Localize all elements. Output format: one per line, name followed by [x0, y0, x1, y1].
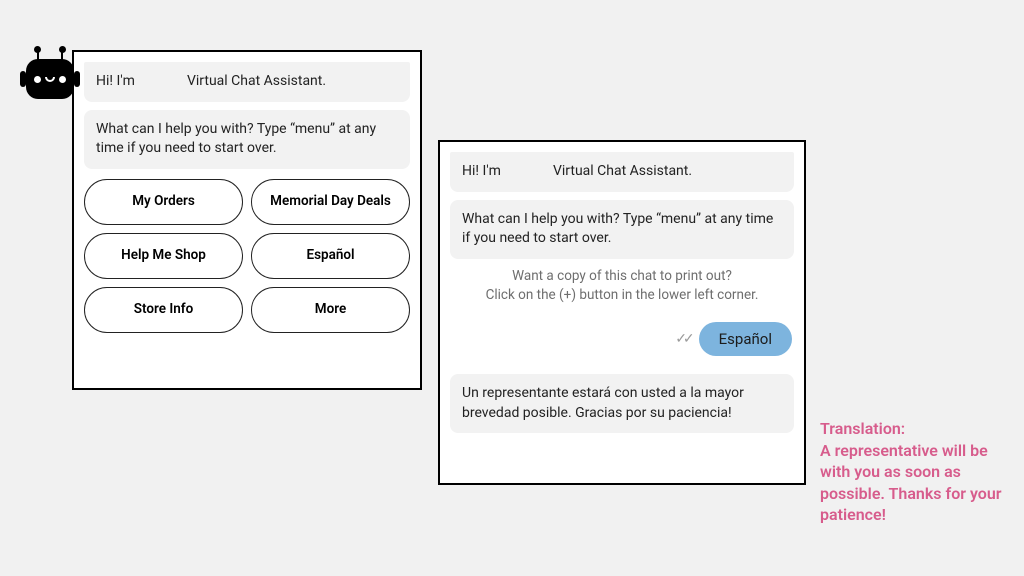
- quick-reply-more[interactable]: More: [251, 287, 410, 333]
- bot-response-spanish: Un representante estará con usted a la m…: [450, 374, 794, 433]
- user-message-row: ✓✓ Español: [450, 322, 794, 356]
- translation-body: A representative will be with you as soo…: [820, 441, 1002, 525]
- quick-reply-store-info[interactable]: Store Info: [84, 287, 243, 333]
- bot-greeting: Hi! I'm Virtual Chat Assistant.: [450, 152, 794, 192]
- quick-reply-espanol[interactable]: Español: [251, 233, 410, 279]
- user-message-espanol: Español: [699, 322, 792, 356]
- bot-prompt: What can I help you with? Type “menu” at…: [450, 200, 794, 259]
- quick-reply-memorial-day-deals[interactable]: Memorial Day Deals: [251, 179, 410, 225]
- transcript-hint-line1: Want a copy of this chat to print out?: [512, 268, 732, 284]
- chat-panel-espanol-flow: Hi! I'm Virtual Chat Assistant. What can…: [438, 140, 806, 485]
- transcript-hint: Want a copy of this chat to print out? C…: [450, 267, 794, 306]
- quick-reply-my-orders[interactable]: My Orders: [84, 179, 243, 225]
- translation-annotation: Translation: A representative will be wi…: [820, 418, 1005, 526]
- quick-reply-grid: My Orders Memorial Day Deals Help Me Sho…: [84, 179, 410, 333]
- transcript-hint-line2: Click on the (+) button in the lower lef…: [486, 287, 759, 303]
- chat-panel-initial: Hi! I'm Virtual Chat Assistant. What can…: [72, 50, 422, 390]
- translation-heading: Translation:: [820, 419, 905, 438]
- bot-avatar-icon: [26, 46, 74, 99]
- bot-greeting: Hi! I'm Virtual Chat Assistant.: [84, 62, 410, 102]
- bot-prompt: What can I help you with? Type “menu” at…: [84, 110, 410, 169]
- quick-reply-help-me-shop[interactable]: Help Me Shop: [84, 233, 243, 279]
- read-receipt-icon: ✓✓: [675, 331, 690, 347]
